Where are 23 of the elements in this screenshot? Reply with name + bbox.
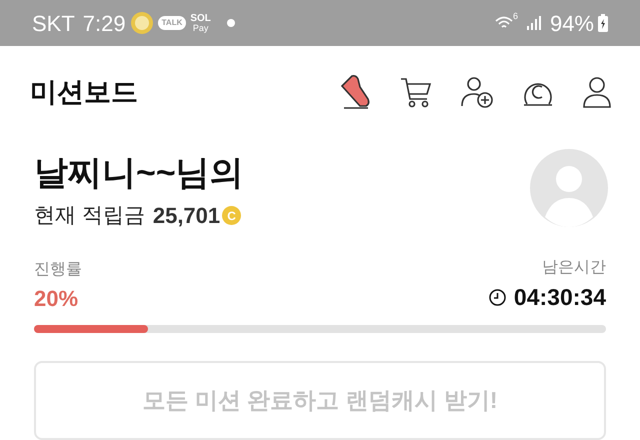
talk-icon: TALK (158, 16, 186, 30)
carrier-text: SKT (32, 10, 75, 38)
battery-text: 94% (550, 10, 594, 38)
add-user-icon[interactable] (460, 74, 494, 109)
remaining-time-label: 남은시간 (542, 258, 606, 278)
page-title: 미션보드 (30, 76, 138, 109)
points-value: 25,701 (152, 202, 220, 230)
time-text: 7:29 (82, 10, 126, 38)
remaining-time-value: 04:30:34 (514, 283, 606, 312)
sun-icon (130, 11, 154, 36)
progress-percent: 20% (34, 284, 80, 313)
coin-icon: C (222, 206, 242, 226)
pay-logo-text: SOL (190, 14, 211, 24)
sneaker-icon[interactable] (338, 72, 372, 111)
clock-icon (488, 289, 506, 306)
signal-icon (526, 15, 542, 32)
user-name-heading: 날찌니~~님의 (34, 153, 245, 194)
user-icon[interactable] (582, 74, 612, 109)
pay-text: Pay (192, 24, 208, 33)
wifi-badge-text: 6 (512, 10, 518, 24)
points-label: 현재 적립금 (34, 203, 145, 230)
progress-label: 진행률 (34, 260, 83, 280)
battery-icon (598, 14, 608, 32)
